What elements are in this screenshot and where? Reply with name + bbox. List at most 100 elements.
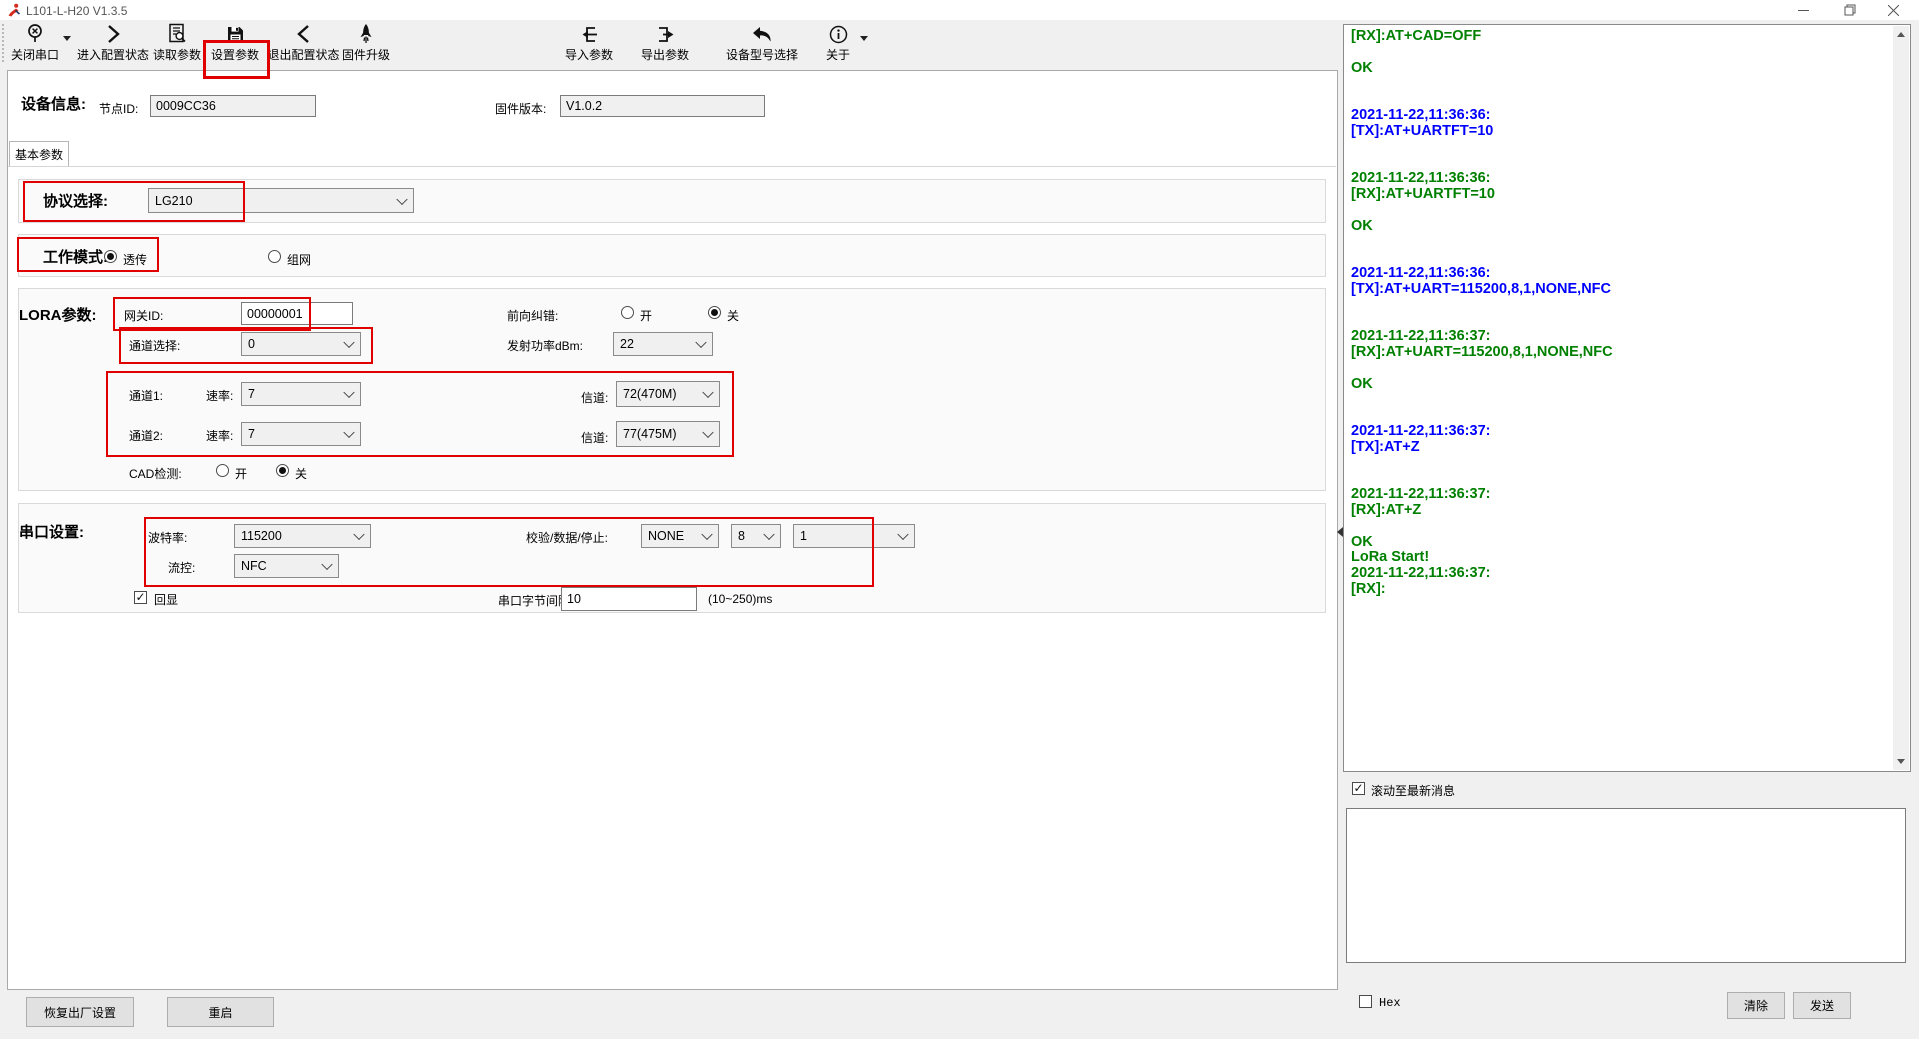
log-line — [1351, 471, 1881, 487]
toolbar-firmware-upgrade[interactable]: 固件升级 — [340, 22, 392, 63]
radio-fec-off[interactable] — [708, 306, 721, 319]
channel2-rate-select[interactable]: 7 — [241, 422, 361, 446]
log-line — [1351, 408, 1881, 424]
log-line: 2021-11-22,11:36:36: — [1351, 108, 1881, 124]
radio-cad-off[interactable] — [276, 464, 289, 477]
firmware-version-label: 固件版本: — [495, 100, 546, 117]
log-line: [RX]: — [1351, 582, 1881, 598]
tx-power-select[interactable]: 22 — [613, 332, 713, 356]
baud-rate-select[interactable]: 115200 — [234, 524, 371, 548]
parity-select[interactable]: NONE — [641, 524, 719, 548]
firmware-version-field[interactable]: V1.0.2 — [560, 95, 765, 117]
protocol-select[interactable]: LG210 — [148, 188, 414, 213]
close-button[interactable] — [1871, 0, 1916, 20]
about-icon — [823, 22, 853, 44]
network-mode-label: 组网 — [287, 251, 311, 268]
hex-label: Hex — [1379, 996, 1401, 1010]
clear-button[interactable]: 清除 — [1727, 992, 1785, 1019]
log-line: [RX]:AT+Z — [1351, 503, 1881, 519]
log-line: [RX]:AT+CAD=OFF — [1351, 29, 1881, 45]
radio-network-mode[interactable] — [268, 250, 281, 263]
log-line: OK — [1351, 535, 1881, 551]
firmware-upgrade-icon — [340, 22, 392, 44]
radio-cad-on[interactable] — [216, 464, 229, 477]
log-line — [1351, 45, 1881, 61]
byte-interval-field[interactable]: 10 — [561, 587, 697, 611]
log-line: [TX]:AT+UARTFT=10 — [1351, 124, 1881, 140]
scroll-up-icon[interactable] — [1897, 32, 1905, 37]
channel2-freq-label: 信道: — [581, 429, 608, 446]
reboot-button[interactable]: 重启 — [167, 997, 274, 1027]
chevron-down-icon — [702, 387, 713, 398]
chevron-down-icon — [343, 427, 354, 438]
tab-basic-params[interactable]: 基本参数 — [9, 141, 69, 167]
exit-config-icon — [267, 22, 340, 44]
flow-control-select[interactable]: NFC — [234, 554, 339, 578]
toolbar-read-params[interactable]: 读取参数 — [152, 22, 202, 63]
channel1-rate-label: 速率: — [206, 387, 233, 404]
chevron-down-icon — [701, 529, 712, 540]
send-input[interactable] — [1346, 808, 1906, 963]
log-line: [RX]:AT+UART=115200,8,1,NONE,NFC — [1351, 345, 1881, 361]
log-line: OK — [1351, 377, 1881, 393]
log-line: [TX]:AT+UART=115200,8,1,NONE,NFC — [1351, 282, 1881, 298]
tab-divider — [8, 166, 1336, 167]
title-bar: L101-L-H20 V1.3.5 — [0, 0, 1919, 20]
baud-rate-label: 波特率: — [148, 529, 187, 546]
parity-data-stop-label: 校验/数据/停止: — [526, 529, 608, 546]
restore-button[interactable] — [1827, 0, 1872, 20]
hex-checkbox[interactable] — [1359, 995, 1372, 1008]
toolbar-gripper[interactable] — [2, 24, 7, 62]
minimize-button[interactable] — [1781, 0, 1826, 20]
node-id-field[interactable]: 0009CC36 — [150, 95, 316, 117]
cad-on-label: 开 — [235, 465, 247, 482]
factory-reset-button[interactable]: 恢复出厂设置 — [26, 997, 134, 1027]
app-window: L101-L-H20 V1.3.5 关闭串口 — [0, 0, 1919, 1039]
chevron-down-icon — [695, 337, 706, 348]
toolbar-export-params[interactable]: 导出参数 — [634, 22, 696, 63]
scroll-latest-label: 滚动至最新消息 — [1371, 782, 1455, 799]
close-port-dropdown-caret[interactable] — [63, 36, 71, 41]
transparent-mode-label: 透传 — [123, 251, 147, 268]
app-logo-icon — [7, 3, 21, 17]
log-line: 2021-11-22,11:36:36: — [1351, 266, 1881, 282]
close-icon — [1888, 5, 1899, 16]
radio-fec-on[interactable] — [621, 306, 634, 319]
data-bits-select[interactable]: 8 — [731, 524, 781, 548]
log-panel[interactable]: [RX]:AT+CAD=OFFOK2021-11-22,11:36:36:[TX… — [1343, 24, 1911, 772]
send-button[interactable]: 发送 — [1793, 992, 1851, 1019]
echo-checkbox[interactable] — [134, 591, 147, 604]
toolbar-about[interactable]: 关于 — [823, 22, 853, 63]
log-scrollbar[interactable] — [1893, 26, 1909, 770]
import-params-icon — [558, 22, 620, 44]
set-params-icon — [207, 22, 263, 44]
fec-on-label: 开 — [640, 307, 652, 324]
gateway-id-field[interactable]: 00000001 — [241, 302, 353, 325]
work-mode-label: 工作模式: — [43, 246, 108, 267]
echo-label: 回显 — [154, 591, 178, 608]
channel1-freq-select[interactable]: 72(470M) — [616, 381, 720, 407]
radio-transparent-mode[interactable] — [104, 250, 117, 263]
channel-select-label: 通道选择: — [129, 337, 180, 354]
node-id-label: 节点ID: — [99, 100, 138, 117]
export-params-icon — [634, 22, 696, 44]
channel1-rate-select[interactable]: 7 — [241, 382, 361, 406]
channel-select[interactable]: 0 — [241, 332, 361, 356]
log-line: 2021-11-22,11:36:36: — [1351, 171, 1881, 187]
work-mode-group — [18, 234, 1326, 277]
stop-bits-select[interactable]: 1 — [793, 524, 915, 548]
toolbar-close-port[interactable]: 关闭串口 — [10, 22, 60, 63]
main-panel: 设备信息: 节点ID: 0009CC36 固件版本: V1.0.2 基本参数 协… — [7, 70, 1338, 990]
scroll-latest-checkbox[interactable] — [1352, 782, 1365, 795]
toolbar-import-params[interactable]: 导入参数 — [558, 22, 620, 63]
toolbar-device-model-select[interactable]: 设备型号选择 — [710, 22, 814, 63]
toolbar-exit-config[interactable]: 退出配置状态 — [267, 22, 340, 63]
log-line: OK — [1351, 219, 1881, 235]
channel2-freq-select[interactable]: 77(475M) — [616, 421, 720, 447]
scroll-down-icon[interactable] — [1897, 759, 1905, 764]
about-dropdown-caret[interactable] — [860, 36, 868, 41]
toolbar-set-params[interactable]: 设置参数 — [207, 22, 263, 63]
chevron-down-icon — [343, 337, 354, 348]
flow-control-label: 流控: — [168, 559, 195, 576]
toolbar-enter-config[interactable]: 进入配置状态 — [75, 22, 151, 63]
